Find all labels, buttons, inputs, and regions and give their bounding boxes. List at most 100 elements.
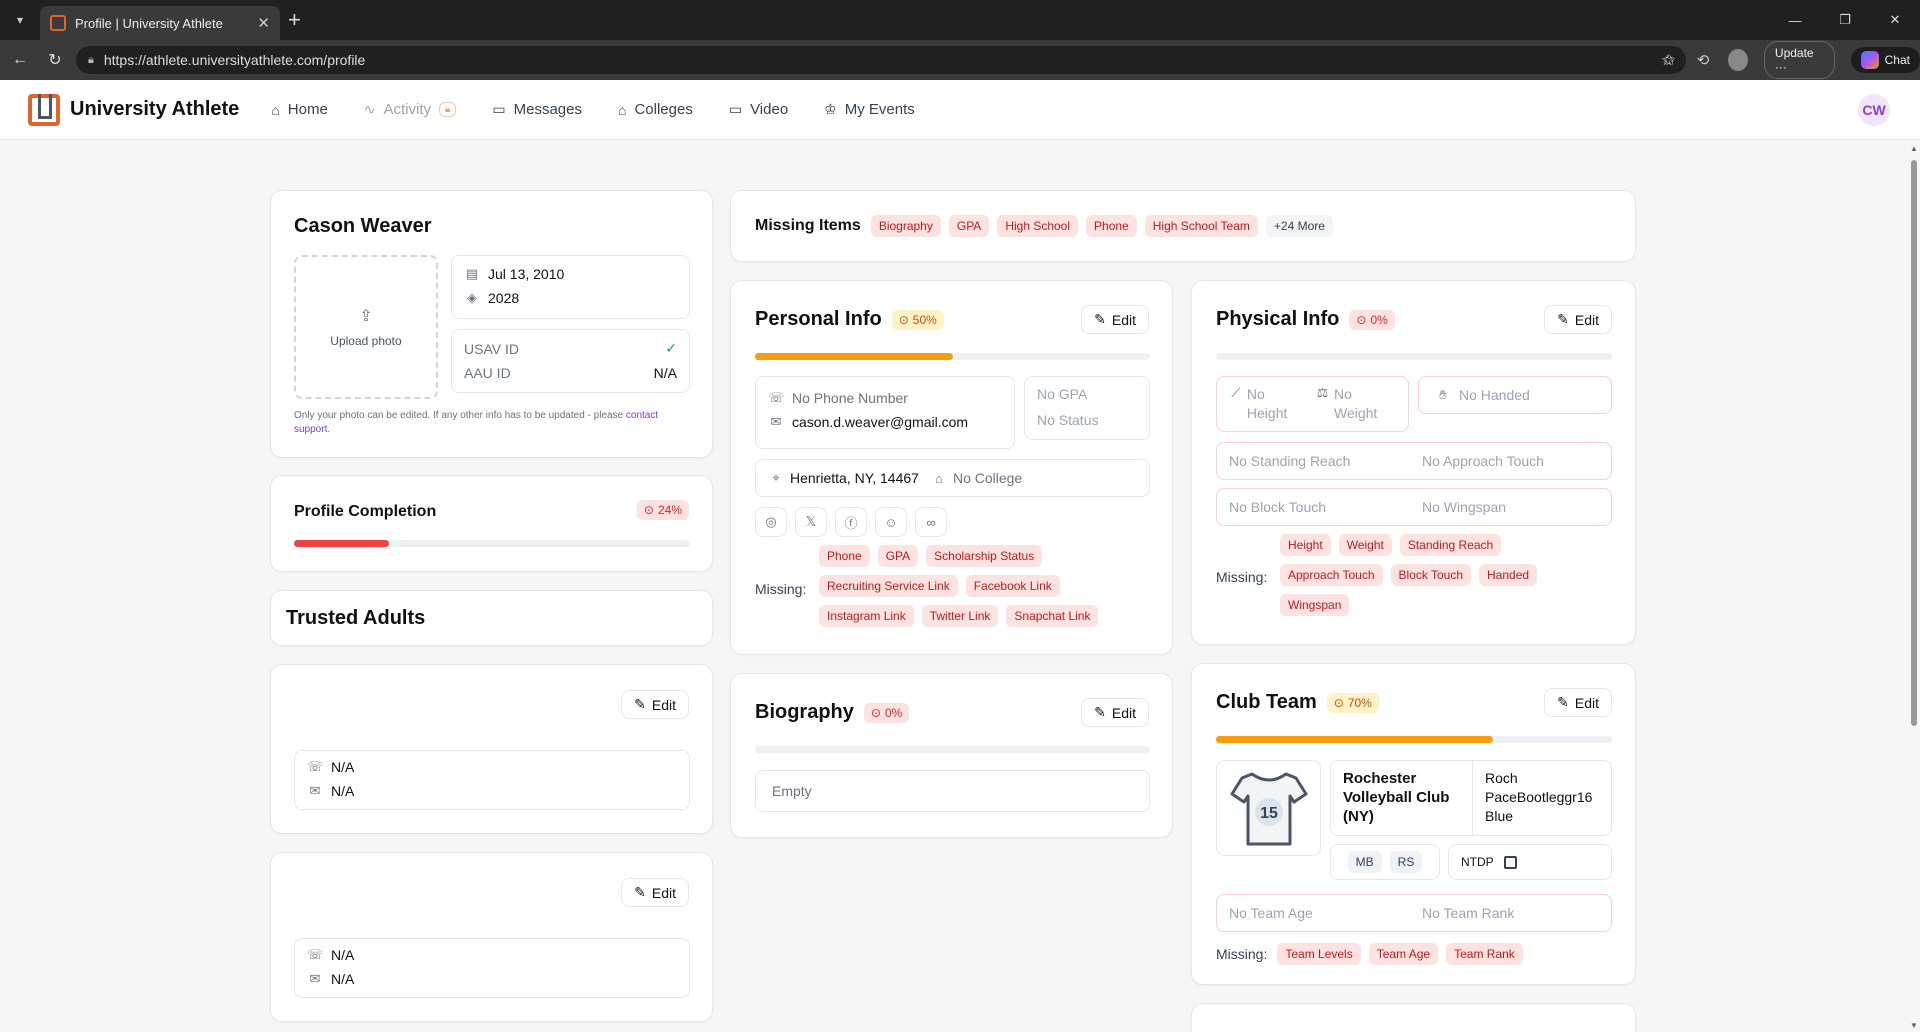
nav-label: Home <box>287 101 328 118</box>
tab-close-icon[interactable]: ✕ <box>257 14 270 32</box>
profile-completion-card: Profile Completion ⊙ 24% <box>270 475 713 572</box>
missing-tag[interactable]: Snapchat Link <box>1006 605 1099 627</box>
jersey-icon: 15 <box>1230 772 1307 846</box>
missing-tag[interactable]: Block Touch <box>1390 564 1471 586</box>
edit-button[interactable]: ✎ Edit <box>1544 688 1612 717</box>
ntdp-checkbox[interactable] <box>1503 855 1517 869</box>
close-window-button[interactable]: ✕ <box>1870 0 1920 40</box>
missing-tag[interactable]: GPA <box>948 215 990 237</box>
profile-avatar[interactable] <box>1728 49 1748 71</box>
missing-tag[interactable]: Team Rank <box>1446 943 1523 965</box>
personal-progress-bar <box>755 353 1150 360</box>
missing-tag[interactable]: Wingspan <box>1280 594 1350 616</box>
nav-item-colleges[interactable]: ⌂ Colleges <box>618 101 693 118</box>
chat-button[interactable]: Chat <box>1850 47 1920 73</box>
completion-bar-fill <box>294 540 390 547</box>
jersey-number: 15 <box>1260 805 1278 822</box>
trophy-icon: ♔ <box>824 101 837 117</box>
missing-tag[interactable]: Weight <box>1338 534 1392 556</box>
alert-icon: ⊙ <box>870 705 881 720</box>
missing-tag[interactable]: Approach Touch <box>1280 564 1383 586</box>
physical-percent: 0% <box>1370 312 1388 327</box>
scrollbar-thumb[interactable] <box>1911 160 1917 726</box>
biography-card: Biography ⊙ 0% ✎ Edit Empty <box>730 673 1173 838</box>
missing-tag[interactable]: Twitter Link <box>921 605 999 627</box>
missing-tag[interactable]: Instagram Link <box>819 605 914 627</box>
missing-tag[interactable]: High School <box>997 215 1079 237</box>
nav-item-my-events[interactable]: ♔ My Events <box>824 101 915 118</box>
ntdp-box: NTDP <box>1448 844 1612 880</box>
college-icon: ⌂ <box>935 470 943 486</box>
twitter-x-icon[interactable]: 𝕏 <box>795 507 827 537</box>
biography-text-box[interactable]: Empty <box>755 770 1150 812</box>
biography-percent-badge: ⊙ 0% <box>863 702 910 723</box>
nav-item-video[interactable]: ▭ Video <box>729 101 788 118</box>
instagram-icon[interactable]: ◎ <box>755 507 787 537</box>
contact-box: ☏ N/A ✉ N/A <box>294 750 690 810</box>
missing-tag[interactable]: High School Team <box>1144 215 1258 237</box>
edit-button[interactable]: ✎ Edit <box>1081 305 1149 334</box>
edit-button[interactable]: ✎ Edit <box>1544 305 1612 334</box>
page-scrollbar[interactable]: ▲ ▼ <box>1910 142 1918 1030</box>
restore-button[interactable]: ❐ <box>1820 0 1870 40</box>
biography-percent: 0% <box>884 705 903 720</box>
missing-tag[interactable]: Handed <box>1479 564 1538 586</box>
edit-button[interactable]: ✎ Edit <box>1081 698 1149 727</box>
missing-tag[interactable]: Biography <box>870 215 941 237</box>
more-missing-button[interactable]: +24 More <box>1265 215 1333 237</box>
reload-button[interactable]: ↻ <box>40 45 70 75</box>
missing-tag[interactable]: Standing Reach <box>1399 534 1502 556</box>
nav-item-home[interactable]: ⌂ Home <box>271 101 327 118</box>
lock-icon: 🔒︎ <box>88 53 94 66</box>
facebook-icon[interactable]: ⓕ <box>835 507 867 537</box>
aau-id-value: N/A <box>653 365 677 381</box>
missing-tag[interactable]: GPA <box>877 545 919 567</box>
missing-tag[interactable]: Phone <box>1086 215 1137 237</box>
email-value: cason.d.weaver@gmail.com <box>792 414 969 430</box>
back-button[interactable]: ← <box>5 45 35 75</box>
history-icon[interactable]: ⟲ <box>1694 51 1712 69</box>
phone-icon: ☏ <box>307 759 324 774</box>
new-tab-button[interactable]: + <box>288 9 301 31</box>
snapchat-icon[interactable]: ☺ <box>875 507 907 537</box>
edit-button[interactable]: ✎ Edit <box>621 878 689 907</box>
pencil-icon: ✎ <box>1557 694 1569 710</box>
upload-photo-area[interactable]: ⇪ Upload photo <box>294 255 438 399</box>
user-avatar[interactable]: CW <box>1858 93 1890 126</box>
nav-item-activity[interactable]: ∿ Activity 🔒︎ <box>364 101 457 118</box>
missing-label: Missing: <box>755 581 807 597</box>
minimize-button[interactable]: — <box>1770 0 1820 40</box>
pencil-icon: ✎ <box>1557 311 1569 327</box>
missing-tag[interactable]: Scholarship Status <box>926 545 1043 567</box>
missing-label: Missing: <box>1216 569 1268 585</box>
personal-info-title: Personal Info <box>755 308 882 330</box>
handed-box: ✋︎ No Handed <box>1418 376 1612 414</box>
brand-logo[interactable]: University Athlete <box>28 93 239 126</box>
next-card-partial <box>1191 1003 1636 1032</box>
scroll-up-icon[interactable]: ▲ <box>1910 144 1918 153</box>
missing-tag[interactable]: Facebook Link <box>965 575 1060 597</box>
scroll-down-icon[interactable]: ▼ <box>1910 1021 1918 1030</box>
missing-tag[interactable]: Team Age <box>1368 943 1439 965</box>
nav-item-messages[interactable]: ▭ Messages <box>492 101 582 118</box>
browser-tab[interactable]: Profile | University Athlete ✕ <box>40 6 280 40</box>
address-bar[interactable]: 🔒︎ https://athlete.universityathlete.com… <box>76 46 1686 74</box>
missing-tag[interactable]: Recruiting Service Link <box>819 575 958 597</box>
missing-tag[interactable]: Height <box>1280 534 1331 556</box>
physical-percent-badge: ⊙ 0% <box>1349 309 1395 330</box>
link-icon[interactable]: ∞ <box>915 507 947 537</box>
update-button[interactable]: Update ··· <box>1763 41 1835 79</box>
club-team-card: Club Team ⊙ 70% ✎ Edit 15 Rochester Volley… <box>1191 663 1636 985</box>
tab-menu-button[interactable]: ▾ <box>0 0 40 40</box>
standing-reach-value: No Standing Reach <box>1229 453 1351 469</box>
club-progress-fill <box>1216 736 1494 743</box>
chat-label: Chat <box>1884 53 1910 67</box>
missing-tag[interactable]: Team Levels <box>1277 943 1361 965</box>
college-icon: ⌂ <box>617 101 627 118</box>
upload-photo-label: Upload photo <box>330 334 402 348</box>
edit-button[interactable]: ✎ Edit <box>621 690 689 719</box>
location-box: ⌖ Henrietta, NY, 14467 ⌂ No College <box>755 459 1150 497</box>
aau-id-label: AAU ID <box>464 365 511 381</box>
favorites-icon[interactable]: ✩ <box>1660 51 1678 69</box>
missing-tag[interactable]: Phone <box>819 545 870 567</box>
